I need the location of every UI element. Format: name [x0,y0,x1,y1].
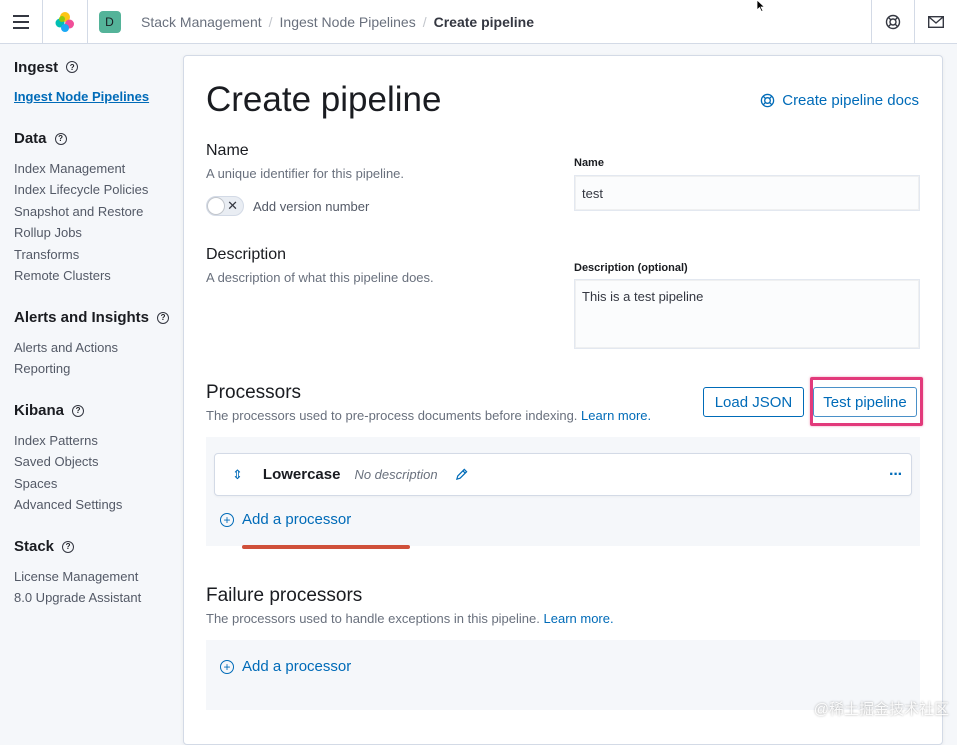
add-failure-processor-label: Add a processor [242,658,351,675]
sidebar-item-license-management[interactable]: License Management [14,566,183,588]
sidebar-item-advanced-settings[interactable]: Advanced Settings [14,494,183,516]
help-button[interactable] [871,0,914,44]
sidebar-item-snapshot-and-restore[interactable]: Snapshot and Restore [14,201,183,223]
sidebar-group-alerts-and-insights: Alerts and Insights? Alerts and Actions … [14,309,183,380]
load-json-button[interactable]: Load JSON [703,387,804,417]
page-title: Create pipeline [206,80,441,120]
sidebar-item-index-patterns[interactable]: Index Patterns [14,430,183,452]
name-input[interactable] [574,175,920,211]
sidebar-group-stack: Stack? License Management 8.0 Upgrade As… [14,538,183,609]
header-actions [871,0,957,44]
plus-circle-icon: + [220,660,234,674]
sidebar-group-data: Data? Index Management Index Lifecycle P… [14,130,183,287]
sidebar-item-transforms[interactable]: Transforms [14,244,183,266]
elastic-logo[interactable] [43,0,88,44]
docs-link-label: Create pipeline docs [782,92,919,109]
more-actions-icon[interactable]: ··· [889,466,902,484]
description-section-description: A description of what this pipeline does… [206,270,434,285]
version-toggle-row: ✕ Add version number [206,196,369,216]
breadcrumb-current: Create pipeline [434,14,534,30]
sidebar-item-index-lifecycle-policies[interactable]: Index Lifecycle Policies [14,179,183,201]
description-textarea[interactable]: This is a test pipeline [574,279,920,349]
test-pipeline-highlight [810,377,923,426]
menu-icon [13,15,29,29]
question-icon[interactable]: ? [157,312,169,324]
question-icon[interactable]: ? [55,133,67,145]
breadcrumb-stack-management[interactable]: Stack Management [141,14,262,30]
description-section-title: Description [206,246,286,264]
processors-list: ⇕ Lowercase No description ··· + Add a p… [206,437,920,546]
mouse-cursor-icon [756,0,766,12]
processor-description: No description [354,467,437,482]
breadcrumb: Stack Management / Ingest Node Pipelines… [131,14,957,30]
add-failure-processor-button[interactable]: + Add a processor [220,658,351,675]
sidebar-group-title: Stack [14,538,54,555]
elastic-logo-icon [54,11,76,33]
sidebar-group-title: Kibana [14,402,64,419]
newsfeed-button[interactable] [914,0,957,44]
annotation-underline [242,545,410,549]
breadcrumb-separator: / [423,14,427,30]
processors-title: Processors [206,382,301,404]
sidebar-group-title: Alerts and Insights [14,309,149,326]
menu-button[interactable] [0,0,43,44]
sidebar-group-title: Data [14,130,47,147]
mail-icon [928,16,944,28]
top-header: D Stack Management / Ingest Node Pipelin… [0,0,957,44]
help-icon [760,93,775,108]
sidebar: Ingest? Ingest Node Pipelines Data? Inde… [0,44,183,726]
create-pipeline-panel: Create pipeline Create pipeline docs Nam… [183,55,943,745]
processors-learn-more-link[interactable]: Learn more. [581,408,651,423]
processors-description: The processors used to pre-process docum… [206,408,651,423]
space-selector[interactable]: D [88,0,131,44]
sidebar-item-upgrade-assistant[interactable]: 8.0 Upgrade Assistant [14,587,183,609]
version-toggle[interactable]: ✕ [206,196,244,216]
failure-processors-title: Failure processors [206,585,362,607]
processor-item: ⇕ Lowercase No description ··· [214,453,912,496]
question-icon[interactable]: ? [66,61,78,73]
drag-handle-icon[interactable]: ⇕ [232,467,243,483]
pencil-icon[interactable] [455,468,468,481]
failure-processors-description: The processors used to handle exceptions… [206,611,614,626]
sidebar-group-title: Ingest [14,59,58,76]
create-pipeline-docs-link[interactable]: Create pipeline docs [760,92,919,109]
x-icon: ✕ [227,198,238,214]
sidebar-group-ingest: Ingest? Ingest Node Pipelines [14,58,183,108]
sidebar-item-index-management[interactable]: Index Management [14,158,183,180]
add-processor-button[interactable]: + Add a processor [220,511,351,528]
sidebar-item-alerts-and-actions[interactable]: Alerts and Actions [14,337,183,359]
name-section-description: A unique identifier for this pipeline. [206,166,404,181]
name-section-title: Name [206,142,249,160]
watermark: @稀土掘金技术社区 [814,698,949,719]
sidebar-item-remote-clusters[interactable]: Remote Clusters [14,265,183,287]
breadcrumb-separator: / [269,14,273,30]
breadcrumb-ingest-node-pipelines[interactable]: Ingest Node Pipelines [280,14,416,30]
plus-circle-icon: + [220,513,234,527]
add-processor-label: Add a processor [242,511,351,528]
sidebar-item-ingest-node-pipelines[interactable]: Ingest Node Pipelines [14,86,183,108]
sidebar-item-saved-objects[interactable]: Saved Objects [14,451,183,473]
failure-learn-more-link[interactable]: Learn more. [544,611,614,626]
sidebar-item-reporting[interactable]: Reporting [14,358,183,380]
processor-name[interactable]: Lowercase [263,466,341,483]
sidebar-group-kibana: Kibana? Index Patterns Saved Objects Spa… [14,402,183,516]
description-field-label: Description (optional) [574,262,688,274]
name-field-label: Name [574,157,604,169]
sidebar-item-rollup-jobs[interactable]: Rollup Jobs [14,222,183,244]
question-icon[interactable]: ? [62,541,74,553]
space-avatar: D [99,11,121,33]
help-icon [885,14,901,30]
question-icon[interactable]: ? [72,405,84,417]
sidebar-item-spaces[interactable]: Spaces [14,473,183,495]
version-toggle-label: Add version number [253,199,369,214]
